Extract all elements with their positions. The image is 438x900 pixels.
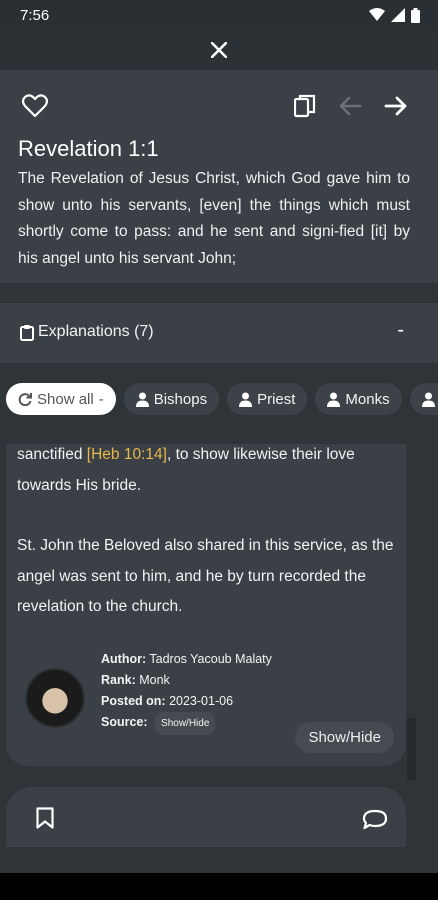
chip-priest[interactable]: Priest: [227, 383, 308, 415]
explanation-text-start: sanctified: [17, 446, 87, 463]
status-bar: 7:56: [0, 0, 438, 30]
arrow-right-icon[interactable]: [384, 95, 408, 117]
explanation-text: sanctified [Heb 10:14], to show likewise…: [17, 444, 397, 623]
explanation-paragraph-2: St. John the Beloved also shared in this…: [17, 537, 394, 615]
source-label: Source:: [101, 715, 148, 729]
scrollbar[interactable]: [407, 718, 416, 780]
wifi-icon: [369, 8, 385, 21]
author-name: Tadros Yacoub Malaty: [149, 652, 272, 666]
person-icon: [135, 392, 149, 407]
author-info: Author: Tadros Yacoub Malaty Rank: Monk …: [101, 649, 272, 735]
author-label: Author:: [101, 652, 147, 666]
chip-show-all[interactable]: Show all -: [6, 383, 116, 415]
arrow-left-icon[interactable]: [338, 95, 362, 117]
chip-monks-label: Monks: [345, 390, 390, 408]
verse-actions: [294, 94, 408, 118]
battery-icon: [411, 7, 420, 23]
chip-more[interactable]: A: [409, 383, 438, 415]
copy-icon[interactable]: [294, 94, 316, 118]
verse-reference: Revelation 1:1: [18, 136, 159, 161]
verse-toolbar: [22, 94, 408, 120]
verse-card: Revelation 1:1 The Revelation of Jesus C…: [0, 70, 438, 283]
chip-monks[interactable]: Monks: [315, 383, 402, 415]
close-icon[interactable]: [211, 42, 227, 58]
status-icons: [369, 7, 420, 23]
person-icon: [421, 392, 435, 407]
explanations-header[interactable]: Explanations (7) -: [0, 303, 438, 363]
collapse-button[interactable]: -: [397, 319, 404, 342]
close-row: [0, 30, 438, 70]
chip-priest-label: Priest: [257, 390, 296, 408]
explanations-title-row: Explanations (7): [20, 323, 154, 341]
chip-show-all-label: Show all: [37, 390, 94, 408]
bookmark-icon[interactable]: [36, 807, 54, 829]
posted-date: 2023-01-06: [169, 694, 234, 708]
person-icon: [327, 392, 341, 407]
status-time: 7:56: [20, 6, 50, 24]
author-avatar: [25, 668, 85, 728]
show-hide-button[interactable]: Show/Hide: [295, 722, 394, 753]
chip-show-all-suffix: -: [98, 390, 104, 408]
person-icon: [239, 392, 253, 407]
explanations-title: Explanations (7): [38, 323, 154, 340]
rank-label: Rank:: [101, 673, 136, 687]
chip-bishops[interactable]: Bishops: [123, 383, 220, 415]
refresh-icon: [18, 393, 32, 406]
scripture-reference-link[interactable]: [Heb 10:14]: [87, 446, 167, 463]
comment-icon[interactable]: [362, 809, 388, 831]
verse-text: The Revelation of Jesus Christ, which Go…: [18, 170, 410, 267]
clipboard-icon: [20, 324, 34, 341]
bottom-actions: [6, 787, 406, 847]
system-nav-bar: [0, 873, 438, 900]
chip-bishops-label: Bishops: [153, 390, 208, 408]
filter-chips: Show all- Bishops Priest Monks A: [6, 383, 438, 415]
signal-icon: [391, 8, 405, 22]
source-toggle[interactable]: Show/Hide: [155, 712, 216, 735]
explanation-card: sanctified [Heb 10:14], to show likewise…: [6, 444, 406, 766]
posted-label: Posted on:: [101, 694, 166, 708]
author-rank: Monk: [139, 673, 170, 687]
heart-icon[interactable]: [22, 94, 48, 118]
